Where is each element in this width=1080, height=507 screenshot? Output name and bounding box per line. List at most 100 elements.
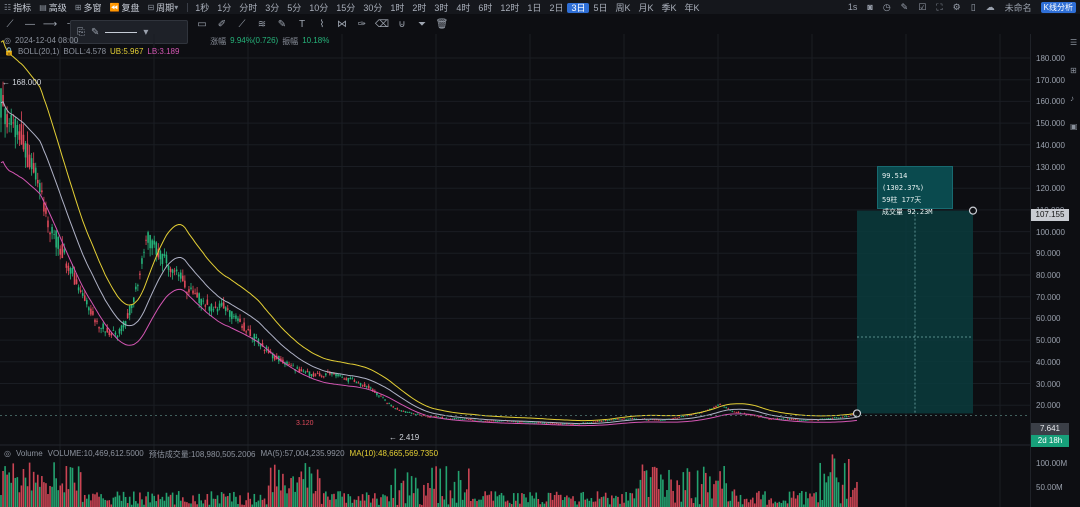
volume-bar <box>278 469 280 507</box>
volume-bar <box>353 499 356 507</box>
candle-body <box>410 412 413 414</box>
volume-bar <box>711 498 713 507</box>
candle-body <box>167 265 170 270</box>
volume-bar <box>794 498 797 507</box>
volume-bar <box>212 498 215 507</box>
volume-bar <box>433 488 435 507</box>
candle-body <box>149 235 151 249</box>
candle-body <box>4 108 6 125</box>
volume-bar <box>449 490 452 507</box>
volume-bar <box>596 491 599 507</box>
candle-body <box>320 375 323 377</box>
candle-body <box>488 420 491 422</box>
chat-icon[interactable]: ▣ <box>1070 122 1080 136</box>
candle-body <box>798 419 801 421</box>
volume-bar <box>186 502 188 507</box>
volume-bar <box>249 498 252 507</box>
candle-body <box>314 374 317 376</box>
volume-bar <box>202 503 205 507</box>
volume-bar <box>388 501 390 507</box>
volume-bar <box>451 498 454 507</box>
candle-body <box>108 331 111 336</box>
candle-body <box>412 413 415 415</box>
eye-icon[interactable]: ◎ <box>4 449 11 460</box>
volume-bar <box>280 490 282 507</box>
volume-bar <box>222 493 225 507</box>
candle-body <box>613 419 615 421</box>
bell-icon[interactable]: ♪ <box>1070 94 1080 108</box>
volume-bar <box>482 496 484 507</box>
candle-body <box>347 377 350 382</box>
volume-bar <box>198 493 200 507</box>
candle-body <box>602 420 605 422</box>
volume-bar <box>49 485 51 507</box>
volume-bar <box>717 480 719 507</box>
volume-bar <box>621 494 623 507</box>
candle-body <box>365 386 368 388</box>
candle-body <box>235 315 237 319</box>
volume-bar <box>135 501 137 507</box>
volume-bar <box>670 479 672 507</box>
volume-bar <box>310 473 313 507</box>
volume-axis-tick: 100.00M <box>1036 459 1068 468</box>
volume-bar <box>288 488 290 507</box>
volume-bar <box>557 494 560 507</box>
volume-bar <box>561 500 564 507</box>
volume-bar <box>678 485 681 507</box>
volume-bar <box>259 494 262 507</box>
volume-bar <box>271 492 274 507</box>
volume-bar <box>337 491 339 507</box>
range-end-tag: 107.155 <box>1031 209 1069 221</box>
volume-bar <box>854 487 856 507</box>
candle-body <box>343 378 345 380</box>
lock-icon[interactable]: 🔒 <box>4 47 14 56</box>
volume-bar <box>423 484 425 507</box>
candle-body <box>831 417 834 419</box>
current-price-tag: 7.641 <box>1031 423 1069 435</box>
volume-name[interactable]: Volume <box>16 449 43 460</box>
volume-bar <box>733 489 736 507</box>
candle-body <box>786 418 789 420</box>
candle-body <box>768 418 770 420</box>
candle-body <box>163 253 166 256</box>
price-chart[interactable] <box>0 0 1080 507</box>
candle-body <box>30 158 33 170</box>
boll-lb: LB:3.189 <box>147 47 180 56</box>
candle-body <box>226 308 229 310</box>
volume-bar <box>790 497 793 507</box>
candle-body <box>63 249 66 253</box>
candle-body <box>835 417 838 419</box>
volume-bar <box>210 491 213 507</box>
volume-bar <box>541 502 544 507</box>
candle-body <box>547 422 550 424</box>
volume-bar <box>727 501 730 507</box>
volume-bar <box>512 493 515 507</box>
volume-bar <box>359 500 362 507</box>
range-change: 99.514 (1302.37%) <box>882 172 925 192</box>
candle-body <box>110 333 113 336</box>
volume-bar <box>623 502 625 507</box>
volume-bar <box>615 495 617 507</box>
volume-bar <box>662 479 664 507</box>
volume-bar <box>92 493 94 507</box>
volume-bar <box>32 471 35 507</box>
eye-icon[interactable]: ◎ <box>4 36 11 47</box>
candle-body <box>130 304 133 309</box>
volume-bar <box>171 492 174 507</box>
volume-bar <box>751 497 754 507</box>
volume-bar <box>308 466 311 507</box>
list-icon[interactable]: ☰ <box>1070 38 1080 52</box>
volume-bar <box>59 485 62 507</box>
candle-body <box>470 419 472 420</box>
boll-name[interactable]: BOLL(20,1) <box>18 47 59 56</box>
volume-bar <box>566 495 568 507</box>
candle-body <box>341 376 343 378</box>
candle-body <box>59 248 62 255</box>
candle-body <box>801 419 803 421</box>
candle-body <box>590 422 593 424</box>
volume-bar <box>218 503 221 507</box>
candle-body <box>416 413 419 415</box>
red-price-mark: 3.120 <box>296 420 314 427</box>
candle-body <box>339 375 341 377</box>
grid-icon[interactable]: ⊞ <box>1070 66 1080 80</box>
